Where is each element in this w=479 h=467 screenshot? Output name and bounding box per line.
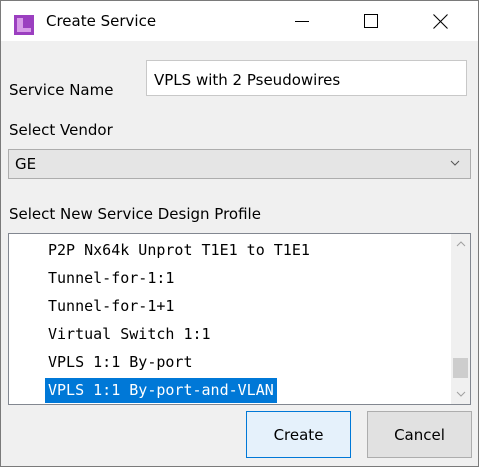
create-button[interactable]: Create: [246, 411, 351, 458]
list-item[interactable]: Tunnel-for-1+1: [9, 294, 452, 319]
close-button[interactable]: [417, 1, 463, 41]
close-icon: [432, 13, 448, 29]
chevron-down-icon: [450, 160, 460, 166]
list-item[interactable]: VPLS 1:1 By-port-and-VLAN: [9, 378, 452, 403]
app-window-icon: [14, 15, 34, 35]
service-name-input[interactable]: [146, 60, 467, 96]
list-item-label: Tunnel-for-1:1: [48, 269, 175, 287]
scrollbar-thumb[interactable]: [453, 358, 468, 378]
minimize-button[interactable]: [279, 1, 325, 41]
title-bar[interactable]: Create Service: [1, 1, 478, 41]
list-item-label: Virtual Switch 1:1: [48, 325, 211, 343]
maximize-button[interactable]: [348, 1, 394, 41]
list-item-label: VPLS 1:1 By-port: [48, 353, 193, 371]
chevron-up-icon: [456, 241, 465, 247]
list-item[interactable]: VPLS 1:1 By-port: [9, 350, 452, 375]
scroll-up-button[interactable]: [451, 234, 470, 254]
cancel-button[interactable]: Cancel: [367, 411, 472, 458]
service-profile-list[interactable]: P2P Nx64k Unprot T1E1 to T1E1 Tunnel-for-…: [8, 233, 471, 405]
scroll-down-button[interactable]: [451, 384, 470, 404]
service-name-label: Service Name: [9, 81, 114, 99]
window-title: Create Service: [46, 12, 157, 30]
list-item[interactable]: Tunnel-for-1:1: [9, 266, 452, 291]
list-item-label: P2P Nx64k Unprot T1E1 to T1E1: [48, 241, 310, 259]
maximize-icon: [364, 14, 378, 28]
list-item-label: Tunnel-for-1+1: [48, 297, 175, 315]
vendor-selected-value: GE: [15, 155, 37, 173]
list-item[interactable]: P2P Nx64k Unprot T1E1 to T1E1: [9, 238, 452, 263]
service-profile-label: Select New Service Design Profile: [9, 205, 261, 223]
minimize-icon: [295, 21, 309, 22]
vendor-dropdown[interactable]: GE: [8, 149, 471, 179]
vertical-scrollbar[interactable]: [451, 234, 470, 404]
chevron-down-icon: [456, 391, 465, 397]
select-vendor-label: Select Vendor: [9, 121, 113, 139]
list-item[interactable]: Virtual Switch 1:1: [9, 322, 452, 347]
create-service-dialog: Create Service Service Name Select Vendo…: [0, 0, 479, 467]
list-item-label: VPLS 1:1 By-port-and-VLAN: [45, 378, 277, 403]
